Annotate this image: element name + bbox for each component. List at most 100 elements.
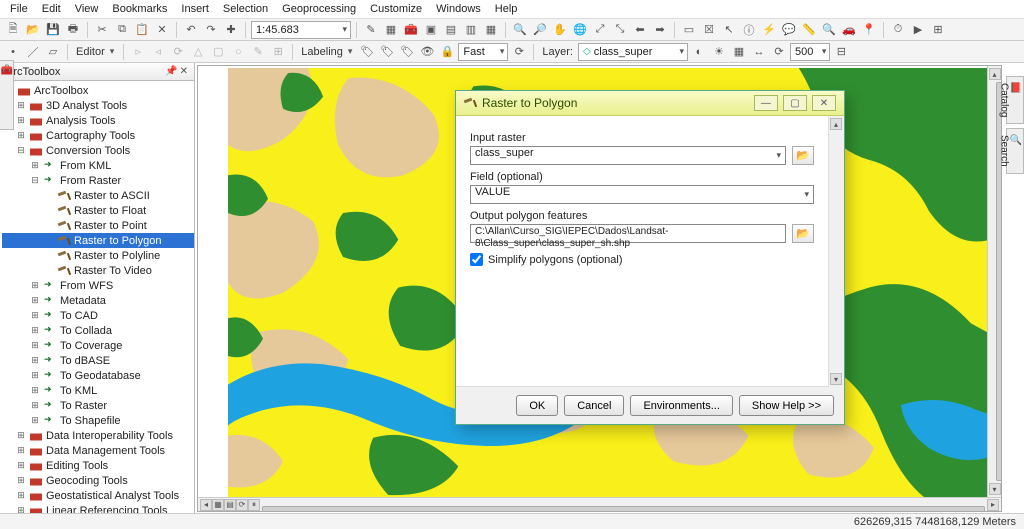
collapse-icon[interactable]: ⊟ xyxy=(30,175,40,186)
tree-item[interactable]: ⊞To dBASE xyxy=(2,353,194,368)
back-extent-icon[interactable]: ⬅ xyxy=(631,21,649,39)
tree-item[interactable]: ⊞To KML xyxy=(2,383,194,398)
time-slider-icon[interactable]: ⏱ xyxy=(889,21,907,39)
menu-geoprocessing[interactable]: Geoprocessing xyxy=(282,3,356,15)
arctoolbox-tree[interactable]: ArcToolbox ⊞3D Analyst Tools⊞Analysis To… xyxy=(0,81,194,514)
expand-icon[interactable]: ⊞ xyxy=(30,160,40,171)
mag-window-icon[interactable]: ⊞ xyxy=(929,21,947,39)
layer-combo[interactable]: ◇ class_super xyxy=(578,43,688,61)
tree-item[interactable]: ⊟From Raster xyxy=(2,173,194,188)
edit-tool4-icon[interactable]: △ xyxy=(189,43,207,61)
expand-icon[interactable]: ⊞ xyxy=(16,475,26,486)
dialog-scrollbar[interactable]: ▴ ▾ xyxy=(828,116,844,387)
field-select[interactable]: VALUE xyxy=(470,185,814,204)
expand-icon[interactable]: ⊞ xyxy=(30,325,40,336)
cut-icon[interactable]: ✂ xyxy=(93,21,111,39)
editor-menu-label[interactable]: Editor xyxy=(73,46,108,58)
add-data-icon[interactable]: ✚ xyxy=(222,21,240,39)
tree-item[interactable]: ⊞To Coverage xyxy=(2,338,194,353)
edit-tool7-icon[interactable]: ✎ xyxy=(249,43,267,61)
label-refresh-icon[interactable]: ⟳ xyxy=(510,43,528,61)
save-icon[interactable]: 💾 xyxy=(44,21,62,39)
go-xy-icon[interactable]: 📍 xyxy=(860,21,878,39)
paste-icon[interactable]: 📋 xyxy=(133,21,151,39)
scroll-up-icon[interactable]: ▴ xyxy=(989,68,1001,80)
menu-windows[interactable]: Windows xyxy=(436,3,481,15)
fixed-zoom-in-icon[interactable]: ⤢ xyxy=(591,21,609,39)
environments-button[interactable]: Environments... xyxy=(630,395,732,416)
menu-insert[interactable]: Insert xyxy=(181,3,209,15)
tree-item[interactable]: ⊞Geostatistical Analyst Tools xyxy=(2,488,194,503)
label-tool4-icon[interactable]: 👁 xyxy=(418,43,436,61)
tree-item[interactable]: Raster to ASCII xyxy=(2,188,194,203)
effects-flicker-icon[interactable]: ⟳ xyxy=(770,43,788,61)
view-data-icon[interactable]: ▦ xyxy=(212,499,224,511)
edit-tool5-icon[interactable]: ▢ xyxy=(209,43,227,61)
tree-item[interactable]: Raster To Video xyxy=(2,263,194,278)
pause-draw-icon[interactable]: ⏸ xyxy=(248,499,260,511)
tree-item[interactable]: ⊞To Shapefile xyxy=(2,413,194,428)
expand-icon[interactable]: ⊞ xyxy=(30,280,40,291)
hyperlink-icon[interactable]: ⚡ xyxy=(760,21,778,39)
label-tool5-icon[interactable]: 🔒 xyxy=(438,43,456,61)
expand-icon[interactable]: ⊞ xyxy=(30,370,40,381)
label-engine-combo[interactable]: Fast xyxy=(458,43,508,61)
select-icon[interactable]: ▭ xyxy=(680,21,698,39)
effects-last-icon[interactable]: ⊟ xyxy=(832,43,850,61)
dialog-minimize-icon[interactable]: — xyxy=(754,95,778,111)
new-doc-icon[interactable]: 🗎 xyxy=(4,21,22,39)
tree-item[interactable]: Raster to Polygon xyxy=(2,233,194,248)
draw-line-icon[interactable]: ／ xyxy=(24,43,42,61)
map-scrollbar-vertical[interactable]: ▴ ▾ xyxy=(987,66,1001,497)
edit-tool8-icon[interactable]: ⊞ xyxy=(269,43,287,61)
effects-contrast-icon[interactable]: ◐ xyxy=(690,43,708,61)
view-layout-icon[interactable]: ▤ xyxy=(224,499,236,511)
menu-customize[interactable]: Customize xyxy=(370,3,422,15)
dialog-maximize-icon[interactable]: ▢ xyxy=(783,95,807,111)
menu-bookmarks[interactable]: Bookmarks xyxy=(112,3,167,15)
scale-combo[interactable]: 1:45.683 xyxy=(251,21,351,39)
delete-icon[interactable]: ✕ xyxy=(153,21,171,39)
tree-item[interactable]: ⊞Analysis Tools xyxy=(2,113,194,128)
tree-item[interactable]: ⊞To Raster xyxy=(2,398,194,413)
edit-tool3-icon[interactable]: ⟳ xyxy=(169,43,187,61)
menu-help[interactable]: Help xyxy=(495,3,518,15)
expand-icon[interactable]: ⊞ xyxy=(16,445,26,456)
tree-item[interactable]: ⊞Editing Tools xyxy=(2,458,194,473)
expand-icon[interactable]: ⊞ xyxy=(30,310,40,321)
copy-icon[interactable]: ⧉ xyxy=(113,21,131,39)
print-icon[interactable]: 🖶 xyxy=(64,21,82,39)
map-scrollbar-horizontal[interactable]: ◂ ▦ ▤ ⟳ ⏸ ▸ xyxy=(198,497,1001,511)
toc-icon[interactable]: ▦ xyxy=(482,21,500,39)
menu-selection[interactable]: Selection xyxy=(223,3,268,15)
tree-root[interactable]: ArcToolbox xyxy=(2,83,194,98)
zoom-in-icon[interactable]: 🔍 xyxy=(511,21,529,39)
expand-icon[interactable]: ⊞ xyxy=(16,100,26,111)
identify-icon[interactable]: ⓘ xyxy=(740,21,758,39)
toolbox-icon[interactable]: 🧰 xyxy=(402,21,420,39)
python-icon[interactable]: ▣ xyxy=(422,21,440,39)
tree-item[interactable]: ⊞Metadata xyxy=(2,293,194,308)
output-browse-button[interactable]: 📂 xyxy=(792,224,814,243)
edit-tool1-icon[interactable]: ▹ xyxy=(129,43,147,61)
find-icon[interactable]: 🔍 xyxy=(820,21,838,39)
effects-transp-icon[interactable]: ▦ xyxy=(730,43,748,61)
dialog-scroll-down-icon[interactable]: ▾ xyxy=(830,373,842,385)
tree-item[interactable]: Raster to Point xyxy=(2,218,194,233)
dialog-titlebar[interactable]: Raster to Polygon — ▢ ✕ xyxy=(456,91,844,116)
tree-item[interactable]: ⊞Geocoding Tools xyxy=(2,473,194,488)
results-icon[interactable]: ▥ xyxy=(462,21,480,39)
expand-icon[interactable]: ⊞ xyxy=(30,295,40,306)
labeling-menu-label[interactable]: Labeling xyxy=(298,46,346,58)
input-raster-browse-button[interactable]: 📂 xyxy=(792,146,814,165)
open-icon[interactable]: 📂 xyxy=(24,21,42,39)
expand-icon[interactable]: ⊞ xyxy=(30,355,40,366)
html-popup-icon[interactable]: 💬 xyxy=(780,21,798,39)
measure-icon[interactable]: 📏 xyxy=(800,21,818,39)
label-tool2-icon[interactable]: 🏷 xyxy=(378,43,396,61)
expand-icon[interactable]: ⊞ xyxy=(16,130,26,141)
tree-item[interactable]: ⊞From WFS xyxy=(2,278,194,293)
scroll-down-icon[interactable]: ▾ xyxy=(989,483,1001,495)
draw-point-icon[interactable]: • xyxy=(4,43,22,61)
catalog-icon[interactable]: ▦ xyxy=(382,21,400,39)
